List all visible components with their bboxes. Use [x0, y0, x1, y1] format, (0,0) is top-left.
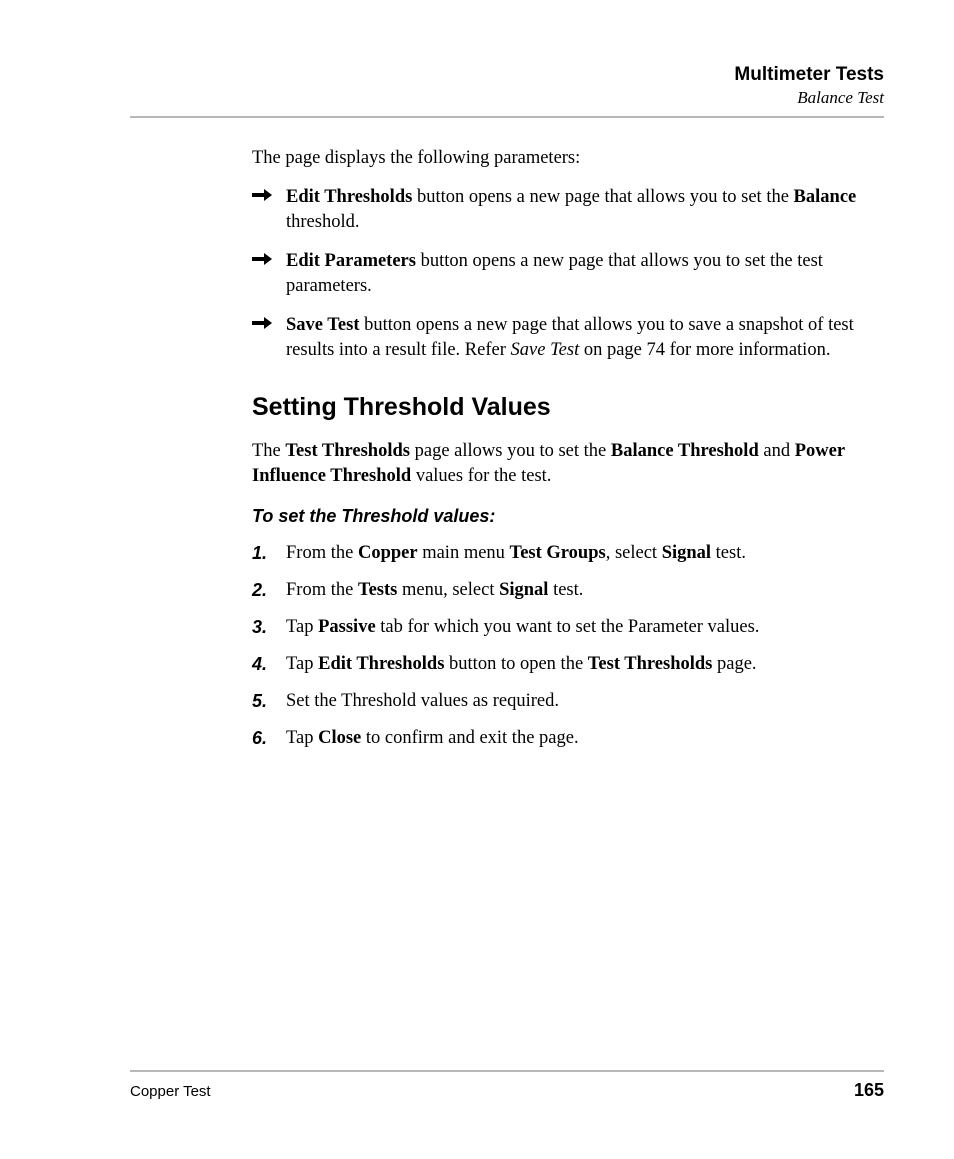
- step-bold: Test Groups: [510, 543, 606, 563]
- list-item: Edit Thresholds button opens a new page …: [252, 185, 874, 235]
- page-footer: Copper Test 165: [130, 1070, 884, 1101]
- step-text: , select: [606, 543, 662, 563]
- header-rule: [130, 116, 884, 118]
- parameter-list: Edit Thresholds button opens a new page …: [252, 185, 874, 363]
- step-text: Set the Threshold values as required.: [286, 691, 559, 711]
- chapter-title: Multimeter Tests: [130, 64, 884, 86]
- text-bold: Test Thresholds: [285, 441, 410, 461]
- step-bold: Tests: [358, 580, 397, 600]
- section-subtitle: Balance Test: [130, 88, 884, 108]
- arrow-icon: [252, 189, 272, 203]
- page-header: Multimeter Tests Balance Test: [130, 64, 884, 108]
- footer-doc-title: Copper Test: [130, 1083, 211, 1100]
- step-text: test.: [711, 543, 746, 563]
- step-item: From the Tests menu, select Signal test.: [252, 578, 874, 603]
- arrow-icon: [252, 317, 272, 331]
- bullet-tail: threshold.: [286, 212, 359, 232]
- step-text: to confirm and exit the page.: [361, 728, 578, 748]
- bullet-lead: Save Test: [286, 315, 360, 335]
- step-item: Tap Close to confirm and exit the page.: [252, 726, 874, 751]
- footer-row: Copper Test 165: [130, 1080, 884, 1101]
- step-text: From the: [286, 580, 358, 600]
- step-item: Tap Passive tab for which you want to se…: [252, 615, 874, 640]
- step-text: page.: [712, 654, 756, 674]
- text: page allows you to set the: [410, 441, 611, 461]
- procedure-subhead: To set the Threshold values:: [252, 504, 874, 528]
- text: and: [759, 441, 795, 461]
- step-bold: Edit Thresholds: [318, 654, 444, 674]
- bullet-lead: Edit Thresholds: [286, 187, 412, 207]
- step-item: Set the Threshold values as required.: [252, 689, 874, 714]
- step-text: From the: [286, 543, 358, 563]
- steps-list: From the Copper main menu Test Groups, s…: [252, 541, 874, 751]
- step-text: tab for which you want to set the Parame…: [376, 617, 760, 637]
- step-bold: Copper: [358, 543, 418, 563]
- step-text: Tap: [286, 728, 318, 748]
- text: The: [252, 441, 285, 461]
- step-text: Tap: [286, 654, 318, 674]
- text: values for the test.: [411, 466, 551, 486]
- step-item: From the Copper main menu Test Groups, s…: [252, 541, 874, 566]
- page: Multimeter Tests Balance Test The page d…: [0, 0, 954, 1159]
- step-text: button to open the: [444, 654, 587, 674]
- step-text: main menu: [418, 543, 510, 563]
- list-item: Edit Parameters button opens a new page …: [252, 249, 874, 299]
- intro-paragraph: The page displays the following paramete…: [252, 146, 874, 171]
- list-item: Save Test button opens a new page that a…: [252, 313, 874, 363]
- step-bold: Signal: [662, 543, 711, 563]
- section-heading: Setting Threshold Values: [252, 391, 874, 425]
- step-bold: Close: [318, 728, 361, 748]
- arrow-icon: [252, 253, 272, 267]
- step-bold: Test Thresholds: [588, 654, 713, 674]
- bullet-italic: Save Test: [511, 340, 580, 360]
- footer-rule: [130, 1070, 884, 1072]
- bullet-text: button opens a new page that allows you …: [412, 187, 793, 207]
- bullet-bold: Balance: [794, 187, 857, 207]
- page-number: 165: [854, 1080, 884, 1101]
- body-content: The page displays the following paramete…: [130, 146, 884, 751]
- step-text: test.: [548, 580, 583, 600]
- section-intro: The Test Thresholds page allows you to s…: [252, 439, 874, 489]
- bullet-lead: Edit Parameters: [286, 251, 416, 271]
- step-bold: Passive: [318, 617, 376, 637]
- step-text: menu, select: [397, 580, 499, 600]
- bullet-tail: on page 74 for more information.: [579, 340, 830, 360]
- step-item: Tap Edit Thresholds button to open the T…: [252, 652, 874, 677]
- step-text: Tap: [286, 617, 318, 637]
- step-bold: Signal: [499, 580, 548, 600]
- text-bold: Balance Threshold: [611, 441, 759, 461]
